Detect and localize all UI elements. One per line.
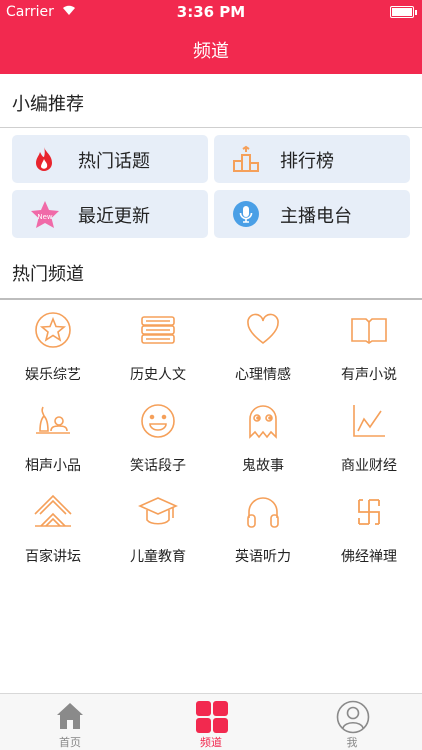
recommend-anchor-radio[interactable]: 主播电台 — [214, 190, 410, 238]
graduation-cap-icon — [138, 492, 178, 532]
star-circle-icon — [33, 310, 73, 350]
page-title: 频道 — [193, 41, 229, 62]
battery-icon — [390, 6, 417, 18]
channel-lecture-room[interactable]: 百家讲坛 — [0, 492, 106, 582]
tab-label: 首页 — [59, 736, 81, 749]
swastika-icon — [349, 492, 389, 532]
channel-label: 儿童教育 — [130, 549, 186, 565]
divider — [0, 127, 422, 128]
svg-text:New: New — [37, 213, 53, 221]
channel-english-listening[interactable]: 英语听力 — [210, 492, 316, 582]
home-icon — [54, 700, 86, 732]
tab-label: 频道 — [200, 736, 222, 749]
channel-business[interactable]: 商业财经 — [316, 401, 422, 491]
recommend-ranking[interactable]: 排行榜 — [214, 135, 410, 183]
channel-entertainment[interactable]: 娱乐综艺 — [0, 310, 106, 400]
channel-buddhism[interactable]: 佛经禅理 — [316, 492, 422, 582]
channel-jokes[interactable]: 笑话段子 — [105, 401, 211, 491]
tab-channels[interactable]: 频道 — [141, 694, 281, 750]
performers-icon — [33, 401, 73, 441]
tab-bar: 首页 频道 我 — [0, 693, 422, 750]
channel-label: 鬼故事 — [242, 458, 284, 474]
channel-psychology[interactable]: 心理情感 — [210, 310, 316, 400]
channel-history[interactable]: 历史人文 — [105, 310, 211, 400]
channel-label: 英语听力 — [235, 549, 291, 565]
channel-label: 历史人文 — [130, 367, 186, 383]
grid-icon — [195, 700, 228, 733]
tab-me[interactable]: 我 — [282, 694, 422, 750]
fire-icon — [30, 145, 58, 173]
recommend-section-title: 小编推荐 — [12, 94, 84, 115]
tab-label: 我 — [346, 736, 358, 749]
pavilion-icon — [33, 492, 73, 532]
microphone-icon — [232, 200, 260, 228]
channel-label: 百家讲坛 — [25, 549, 81, 565]
channel-label: 心理情感 — [235, 367, 291, 383]
channel-kids-education[interactable]: 儿童教育 — [105, 492, 211, 582]
recommend-hot-topics[interactable]: 热门话题 — [12, 135, 208, 183]
channel-label: 娱乐综艺 — [25, 367, 81, 383]
headphones-icon — [243, 492, 283, 532]
recommend-item-label: 最近更新 — [78, 206, 150, 227]
channel-label: 相声小品 — [25, 458, 81, 474]
channel-label: 商业财经 — [341, 458, 397, 474]
user-icon — [336, 700, 370, 734]
channel-audio-novel[interactable]: 有声小说 — [316, 310, 422, 400]
recommend-item-label: 热门话题 — [78, 151, 150, 172]
hot-channels-section-title: 热门频道 — [12, 264, 84, 285]
navigation-bar: 频道 — [0, 24, 422, 74]
channel-label: 笑话段子 — [130, 458, 186, 474]
books-icon — [138, 310, 178, 350]
tab-home[interactable]: 首页 — [0, 694, 140, 750]
channel-label: 有声小说 — [341, 367, 397, 383]
ghost-icon — [243, 401, 283, 441]
channel-label: 佛经禅理 — [341, 549, 397, 565]
status-bar: Carrier 3:36 PM — [0, 0, 422, 24]
divider — [0, 298, 422, 300]
channel-crosstalk[interactable]: 相声小品 — [0, 401, 106, 491]
line-chart-icon — [349, 401, 389, 441]
channel-ghost-stories[interactable]: 鬼故事 — [210, 401, 316, 491]
recommend-item-label: 主播电台 — [280, 206, 352, 227]
heart-icon — [243, 310, 283, 350]
recommend-recent-updates[interactable]: New 最近更新 — [12, 190, 208, 238]
recommend-item-label: 排行榜 — [280, 151, 334, 172]
status-time: 3:36 PM — [176, 3, 246, 21]
open-book-icon — [349, 310, 389, 350]
smiley-icon — [138, 401, 178, 441]
podium-icon — [232, 145, 260, 173]
new-star-icon: New — [30, 200, 59, 228]
